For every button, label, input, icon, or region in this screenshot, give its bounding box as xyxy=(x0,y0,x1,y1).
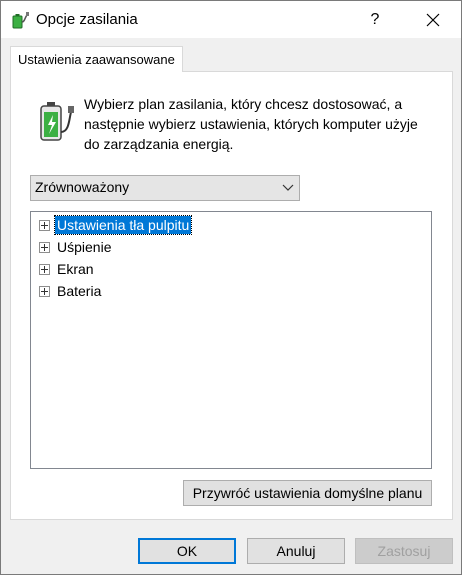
plus-box-icon[interactable] xyxy=(39,219,50,231)
power-plan-dropdown[interactable]: Zrównoważony xyxy=(30,175,300,201)
power-plan-value: Zrównoważony xyxy=(35,179,130,195)
chevron-down-icon xyxy=(282,180,294,192)
tab-strip: Ustawienia zaawansowane xyxy=(10,46,451,72)
tab-panel: Wybierz plan zasilania, który chcesz dos… xyxy=(10,71,453,520)
tree-item[interactable]: Uśpienie xyxy=(39,237,113,257)
restore-defaults-button[interactable]: Przywróć ustawienia domyślne planu xyxy=(183,480,432,506)
tree-item-label[interactable]: Uśpienie xyxy=(55,238,113,256)
tree-item[interactable]: Ustawienia tła pulpitu xyxy=(39,215,193,235)
cancel-button[interactable]: Anuluj xyxy=(247,538,345,564)
description-text: Wybierz plan zasilania, który chcesz dos… xyxy=(84,96,418,152)
help-button[interactable]: ? xyxy=(347,1,403,38)
tab-advanced-settings[interactable]: Ustawienia zaawansowane xyxy=(10,46,183,72)
title-bar: Opcje zasilania ? xyxy=(1,1,461,38)
tree-item-label[interactable]: Ustawienia tła pulpitu xyxy=(53,215,193,235)
power-options-icon xyxy=(10,10,30,30)
close-icon xyxy=(426,13,440,26)
settings-tree[interactable]: Ustawienia tła pulpitu Uśpienie Ekran Ba… xyxy=(30,211,432,469)
tree-item[interactable]: Ekran xyxy=(39,259,96,279)
window-title: Opcje zasilania xyxy=(36,11,138,28)
tree-item-label[interactable]: Ekran xyxy=(55,260,96,278)
tree-item-label[interactable]: Bateria xyxy=(55,282,103,300)
apply-button[interactable]: Zastosuj xyxy=(355,538,453,564)
ok-button[interactable]: OK xyxy=(138,538,236,564)
plus-box-icon[interactable] xyxy=(39,263,50,275)
tree-item[interactable]: Bateria xyxy=(39,281,103,301)
battery-plug-icon xyxy=(35,98,75,146)
close-button[interactable] xyxy=(405,1,461,38)
plus-box-icon[interactable] xyxy=(39,241,50,253)
power-options-dialog: Opcje zasilania ? Ustawienia zaawansowan… xyxy=(0,0,462,575)
plus-box-icon[interactable] xyxy=(39,285,50,297)
